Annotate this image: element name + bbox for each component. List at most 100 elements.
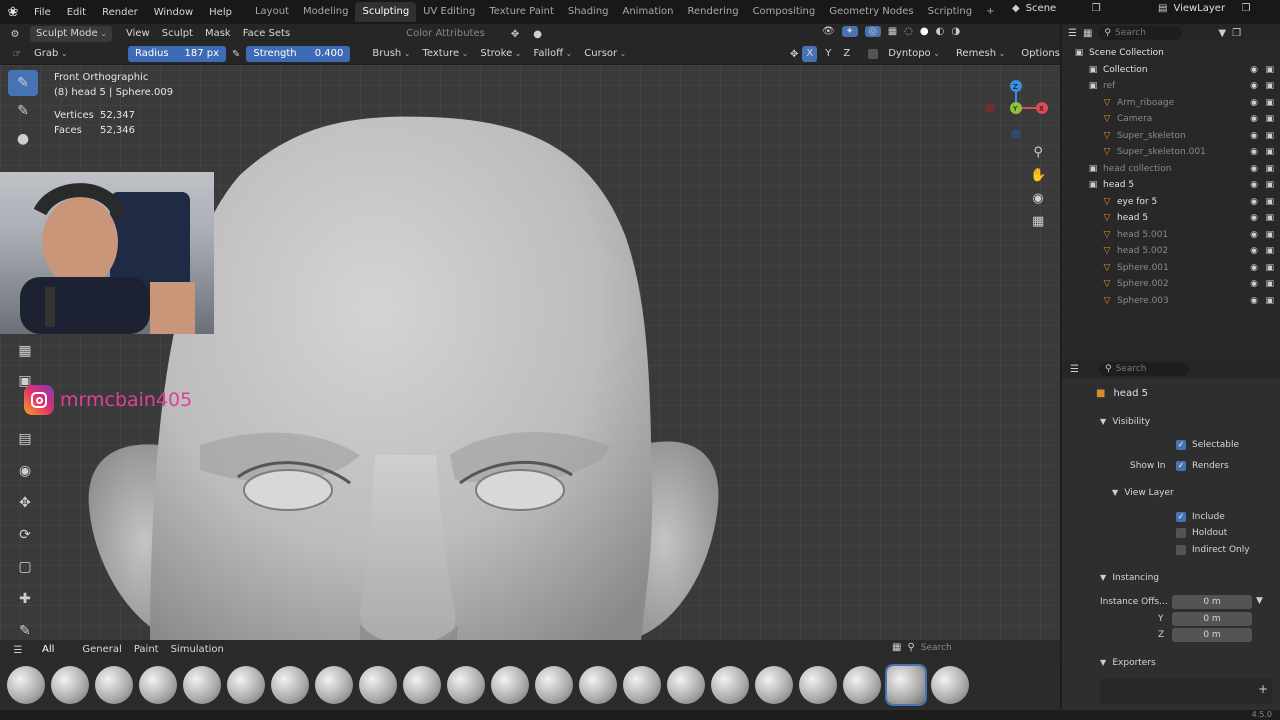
tool-annotate[interactable]: ✎	[12, 620, 38, 642]
render-camera-icon[interactable]: ▣	[1265, 98, 1274, 108]
instance-offset-x[interactable]: 0 m	[1172, 595, 1252, 609]
shading-dot-icon[interactable]: ●	[533, 29, 542, 40]
menu-help[interactable]: Help	[201, 7, 240, 18]
indirect-only-checkbox[interactable]	[1176, 545, 1186, 555]
tab-animation[interactable]: Animation	[616, 2, 681, 22]
texture-menu[interactable]: Texture	[417, 46, 475, 62]
pivot-icon[interactable]: ✥	[511, 29, 519, 40]
cursor-menu[interactable]: Cursor	[578, 46, 632, 62]
visibility-eye-icon[interactable]: ◉	[1250, 279, 1258, 289]
outliner-row[interactable]: ▽ Arm_riboage ◉ ▣	[1062, 95, 1280, 112]
render-camera-icon[interactable]: ▣	[1265, 197, 1274, 207]
holdout-checkbox[interactable]	[1176, 528, 1186, 538]
brush-fill[interactable]	[359, 666, 397, 704]
tool-box-trim[interactable]: ▤	[12, 428, 38, 450]
new-view-layer-icon[interactable]: ❐	[1241, 3, 1250, 14]
outliner-row[interactable]: ▣ head collection ◉ ▣	[1062, 161, 1280, 178]
tool-draw-active[interactable]: ✎	[8, 70, 38, 96]
render-camera-icon[interactable]: ▣	[1265, 81, 1274, 91]
tool-smooth[interactable]: ●	[8, 126, 38, 152]
tab-sculpting[interactable]: Sculpting	[355, 2, 417, 22]
visibility-eye-icon[interactable]: ◉	[1250, 98, 1258, 108]
3d-viewport[interactable]: Front Orthographic (8) head 5 | Sphere.0…	[0, 65, 1060, 660]
render-camera-icon[interactable]: ▣	[1265, 213, 1274, 223]
outliner-row[interactable]: ▽ head 5.001 ◉ ▣	[1062, 227, 1280, 244]
tab-uv-editing[interactable]: UV Editing	[416, 2, 482, 22]
brush-blob[interactable]	[7, 666, 45, 704]
outliner-row[interactable]: ▽ Sphere.001 ◉ ▣	[1062, 260, 1280, 277]
display-mode-icon[interactable]: ▦	[1083, 28, 1092, 39]
brush-pose[interactable]	[711, 666, 749, 704]
brush-flatten[interactable]	[403, 666, 441, 704]
render-camera-icon[interactable]: ▣	[1265, 296, 1274, 306]
brush-draw-sharp[interactable]	[271, 666, 309, 704]
scene-selector[interactable]: ◆ Scene ❐	[1012, 3, 1101, 14]
view-menu[interactable]: View	[120, 26, 156, 42]
view-layer-section[interactable]: ▼ View Layer	[1112, 487, 1174, 498]
renders-checkbox[interactable]: ✓	[1176, 461, 1186, 471]
properties-editor-icon[interactable]: ☰	[1070, 364, 1079, 375]
brush-nudge[interactable]	[623, 666, 661, 704]
visibility-eye-icon[interactable]: ◉	[1250, 230, 1258, 240]
new-collection-icon[interactable]: ❐	[1232, 28, 1241, 39]
outliner-row[interactable]: ▽ Sphere.003 ◉ ▣	[1062, 293, 1280, 310]
brush-mask[interactable]	[535, 666, 573, 704]
brush-multiplane[interactable]	[579, 666, 617, 704]
visibility-eye-icon[interactable]: ◉	[1250, 131, 1258, 141]
visibility-eye-icon[interactable]: ◉	[1250, 164, 1258, 174]
render-camera-icon[interactable]: ▣	[1265, 263, 1274, 273]
brush-thumb[interactable]	[931, 666, 969, 704]
tab-scripting[interactable]: Scripting	[921, 2, 979, 22]
material-shading-icon[interactable]: ◐	[936, 26, 945, 37]
renders-row[interactable]: ✓ Renders	[1176, 461, 1229, 471]
exporters-list[interactable]: +	[1100, 678, 1272, 704]
outliner-row[interactable]: ▽ Super_skeleton.001 ◉ ▣	[1062, 144, 1280, 161]
stroke-menu[interactable]: Stroke	[474, 46, 527, 62]
outliner-editor-icon[interactable]: ☰	[1068, 28, 1077, 39]
add-exporter-icon[interactable]: +	[1258, 682, 1268, 696]
render-camera-icon[interactable]: ▣	[1265, 230, 1274, 240]
dyntopo-menu[interactable]: Dyntopo	[882, 46, 946, 62]
brush-pinch[interactable]	[667, 666, 705, 704]
add-workspace-icon[interactable]: +	[979, 2, 1001, 22]
strength-field[interactable]: Strength 0.400	[246, 46, 351, 62]
visibility-eye-icon[interactable]: ◉	[1250, 180, 1258, 190]
outliner-row[interactable]: ▽ head 5 ◉ ▣	[1062, 210, 1280, 227]
view-layer-selector[interactable]: ▤ ViewLayer ❐	[1158, 3, 1250, 14]
visibility-eye-icon[interactable]: ◉	[1250, 263, 1258, 273]
instance-offset-z[interactable]: 0 m	[1172, 628, 1252, 642]
visibility-eye-icon[interactable]: ◉	[1250, 213, 1258, 223]
tool-transform[interactable]: ✚	[12, 588, 38, 610]
tab-compositing[interactable]: Compositing	[746, 2, 823, 22]
brush-draw[interactable]	[227, 666, 265, 704]
selectable-checkbox[interactable]: ✓	[1176, 440, 1186, 450]
outliner-row[interactable]: ▽ Super_skeleton ◉ ▣	[1062, 128, 1280, 145]
brush-menu[interactable]: Brush	[366, 46, 416, 62]
outliner-row[interactable]: ▽ Sphere.002 ◉ ▣	[1062, 276, 1280, 293]
outliner-row[interactable]: ▣ ref ◉ ▣	[1062, 78, 1280, 95]
radius-field[interactable]: Radius 187 px	[128, 46, 226, 62]
menu-edit[interactable]: Edit	[59, 7, 94, 18]
outliner-row[interactable]: ▽ Camera ◉ ▣	[1062, 111, 1280, 128]
holdout-row[interactable]: Holdout	[1176, 528, 1227, 538]
brush-rotate[interactable]	[755, 666, 793, 704]
camera-view-icon[interactable]: ◉	[1030, 191, 1046, 206]
remesh-menu[interactable]: Remesh	[950, 46, 1011, 62]
brush-elastic[interactable]	[315, 666, 353, 704]
visibility-eye-icon[interactable]: ◉	[1250, 114, 1258, 124]
indirect-only-row[interactable]: Indirect Only	[1176, 545, 1250, 555]
visibility-eye-icon[interactable]: ◉	[1250, 197, 1258, 207]
visibility-eye-icon[interactable]: ◉	[1250, 296, 1258, 306]
falloff-menu[interactable]: Falloff	[527, 46, 578, 62]
zoom-icon[interactable]: ⚲	[1030, 145, 1046, 160]
menu-render[interactable]: Render	[94, 7, 146, 18]
visibility-icon[interactable]: 👁	[822, 26, 835, 37]
ortho-grid-icon[interactable]: ▦	[1030, 214, 1046, 229]
brush-scrape[interactable]	[799, 666, 837, 704]
menu-file[interactable]: File	[26, 7, 59, 18]
visibility-eye-icon[interactable]: ◉	[1250, 147, 1258, 157]
brush-tab-paint[interactable]: Paint	[128, 642, 165, 658]
mode-dropdown[interactable]: Sculpt Mode	[30, 26, 112, 42]
editor-type-icon[interactable]: ⚙	[0, 29, 30, 40]
radius-pressure-icon[interactable]: ✎	[232, 49, 240, 60]
